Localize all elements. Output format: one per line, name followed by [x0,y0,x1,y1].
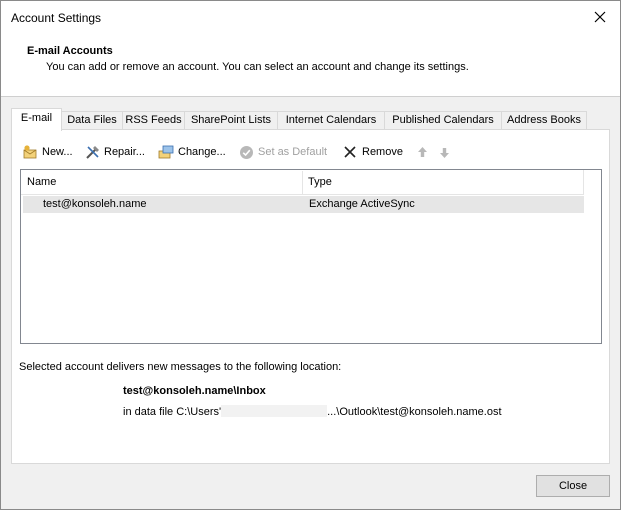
section-description: You can add or remove an account. You ca… [46,61,469,73]
repair-button-label: Repair... [104,146,145,158]
list-header: Name Type [21,170,584,195]
tab-address-books[interactable]: Address Books [501,111,587,130]
new-button[interactable]: New... [22,142,73,162]
title-bar: Account Settings [1,1,620,34]
new-account-icon [23,144,37,158]
tab-data-files[interactable]: Data Files [61,111,123,130]
email-tab-panel: New... Repair... Change... Set as Defaul… [11,129,610,464]
account-type-cell: Exchange ActiveSync [309,198,415,210]
arrow-down-icon [440,147,449,158]
column-header-type[interactable]: Type [308,176,332,188]
data-file-suffix: ...\Outlook\test@konsoleh.name.ost [327,406,502,418]
tab-internet-calendars[interactable]: Internet Calendars [277,111,385,130]
tab-rss-feeds[interactable]: RSS Feeds [122,111,185,130]
move-up-button[interactable] [414,142,434,162]
checkmark-circle-icon [240,145,253,159]
column-header-name[interactable]: Name [27,176,56,188]
table-row[interactable]: test@konsoleh.name Exchange ActiveSync [23,196,584,213]
tab-sharepoint-lists[interactable]: SharePoint Lists [184,111,278,130]
accounts-list[interactable]: Name Type test@konsoleh.name Exchange Ac… [20,169,602,344]
section-title: E-mail Accounts [27,45,113,57]
remove-button[interactable]: Remove [342,142,403,162]
arrow-up-icon [418,146,427,157]
change-button[interactable]: Change... [158,142,226,162]
header-section: E-mail Accounts You can add or remove an… [1,34,620,97]
column-separator-end [583,170,584,195]
data-file-path: in data file C:\Users' ...\Outlook\test@k… [123,405,502,418]
close-button-label: Close [558,480,588,492]
account-settings-dialog: Account Settings E-mail Accounts You can… [0,0,621,510]
new-button-label: New... [42,146,73,158]
data-file-prefix: in data file C:\Users' [123,406,222,418]
repair-tools-icon [86,145,99,159]
tab-published-calendars[interactable]: Published Calendars [384,111,502,130]
change-button-label: Change... [178,146,226,158]
set-as-default-label: Set as Default [258,146,328,158]
account-name-cell: test@konsoleh.name [43,198,147,210]
change-account-icon [158,145,174,158]
delivery-location: test@konsoleh.name\Inbox [123,385,266,397]
delivery-description: Selected account delivers new messages t… [19,361,342,373]
set-as-default-button[interactable]: Set as Default [238,142,327,162]
close-button[interactable]: Close [536,475,610,497]
repair-button[interactable]: Repair... [84,142,145,162]
window-title: Account Settings [11,11,102,25]
remove-x-icon [344,145,356,158]
remove-button-label: Remove [362,146,403,158]
tab-email[interactable]: E-mail [11,108,62,131]
column-separator[interactable] [302,171,303,194]
redacted-username [221,405,328,417]
close-icon[interactable] [592,9,608,25]
move-down-button[interactable] [436,142,456,162]
